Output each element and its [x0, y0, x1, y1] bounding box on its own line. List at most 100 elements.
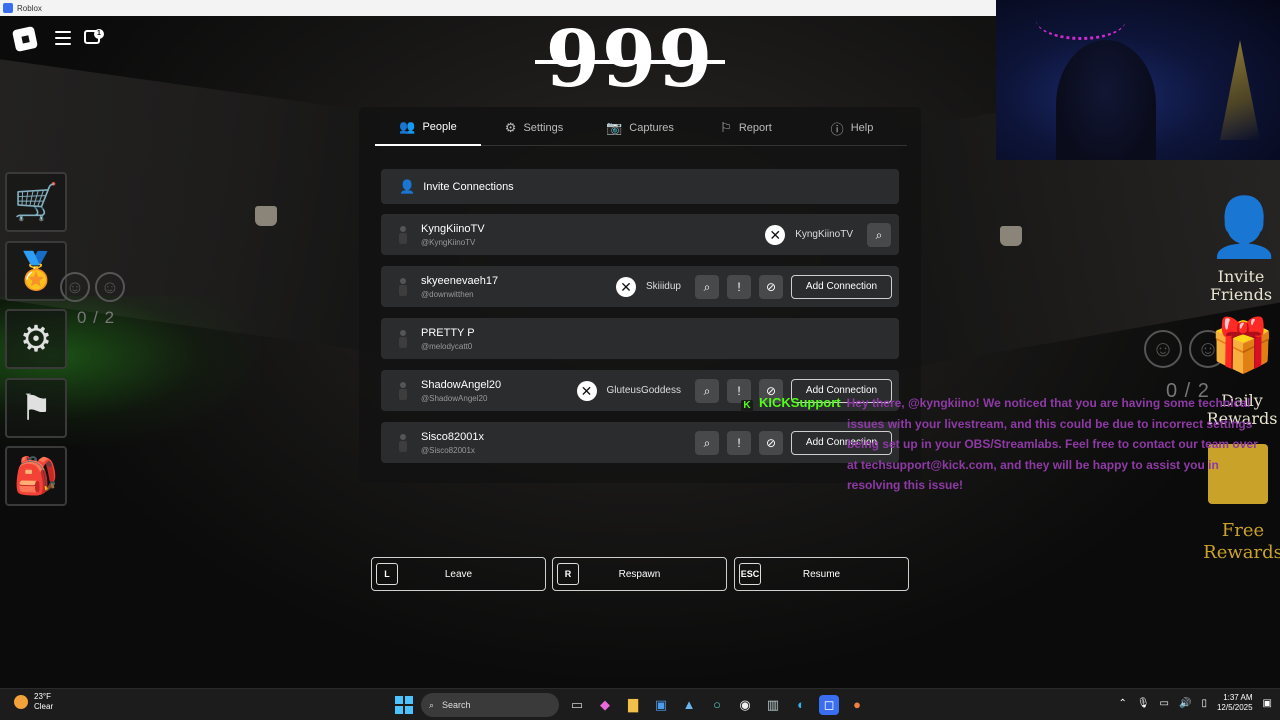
- help-icon: ⓘ: [830, 121, 844, 137]
- volume-icon[interactable]: 🔊: [1179, 698, 1191, 709]
- system-clock[interactable]: 1:37 AM 12/5/2025: [1217, 693, 1253, 713]
- add-user-icon: 👤: [399, 178, 416, 194]
- tab-people[interactable]: 👥 People: [375, 110, 481, 146]
- badges-button[interactable]: 🏅: [5, 241, 67, 301]
- brave-icon[interactable]: ●: [847, 695, 867, 715]
- windows-start-icon[interactable]: [395, 696, 413, 714]
- respawn-button[interactable]: R Respawn: [552, 557, 727, 591]
- player-username: @ShadowAngel20: [421, 393, 488, 403]
- tab-captures[interactable]: 📷 Captures: [587, 110, 693, 146]
- magnify-icon: ⌕: [703, 279, 711, 294]
- roblox-taskbar-icon[interactable]: ◻: [819, 695, 839, 715]
- player-gamertag: Skiiidup: [645, 281, 681, 292]
- player-username: @KyngKiinoTV: [421, 237, 476, 247]
- button-label: Respawn: [618, 568, 661, 580]
- resume-button[interactable]: ESC Resume: [734, 557, 909, 591]
- roblox-app-icon: [3, 3, 13, 13]
- flag-button[interactable]: ⚑: [5, 378, 67, 438]
- kick-logo-icon: K: [741, 400, 753, 412]
- player-display-name: ShadowAngel20: [421, 378, 502, 391]
- badge-icon: 🏅: [13, 250, 59, 291]
- tab-label: Report: [738, 122, 772, 134]
- leave-button[interactable]: L Leave: [371, 557, 546, 591]
- left-player-count: 0 / 2: [77, 308, 116, 327]
- player-username: @Sisco82001x: [421, 445, 475, 455]
- copilot-icon[interactable]: ◆: [595, 695, 615, 715]
- avatar: [393, 432, 413, 454]
- magnify-icon: ⌕: [703, 383, 711, 398]
- temperature: 23°F: [34, 692, 51, 701]
- webcam-overlay: [996, 0, 1280, 160]
- avatar: [393, 224, 413, 246]
- inspect-button[interactable]: ⌕: [695, 274, 719, 299]
- cart-icon: 🛒: [13, 181, 59, 222]
- flag-icon: ⚑: [19, 387, 53, 428]
- tab-label: Help: [850, 122, 874, 134]
- inspect-button[interactable]: ⌕: [695, 430, 719, 455]
- app-icon[interactable]: ○: [707, 695, 727, 715]
- player-row[interactable]: skyeenevaeh17 @downwitthen ✕ Skiiidup ⌕ …: [381, 266, 899, 307]
- xbox-icon: ✕: [615, 276, 636, 297]
- battery-icon[interactable]: ▯: [1201, 698, 1207, 709]
- tab-label: Settings: [523, 122, 564, 134]
- report-player-button[interactable]: !: [727, 274, 751, 299]
- task-view-icon[interactable]: ▭: [567, 695, 587, 715]
- tab-help[interactable]: ⓘ Help: [799, 110, 905, 146]
- settings-button[interactable]: ⚙: [5, 309, 67, 369]
- avatar: [393, 276, 413, 298]
- photos-icon[interactable]: ▲: [679, 695, 699, 715]
- store-icon[interactable]: ▣: [651, 695, 671, 715]
- shop-cart-button[interactable]: 🛒: [5, 172, 67, 232]
- xbox-icon: ✕: [765, 224, 786, 245]
- search-placeholder: Search: [442, 700, 471, 710]
- string-lights: [1036, 0, 1126, 40]
- weather-condition: Clear: [34, 702, 54, 711]
- time: 1:37 AM: [1223, 693, 1253, 702]
- file-explorer-icon[interactable]: ▇: [623, 695, 643, 715]
- weather-widget[interactable]: 23°F Clear: [14, 692, 53, 712]
- avatar: [393, 328, 413, 350]
- streamer-figure: [1056, 40, 1156, 160]
- chevron-up-icon[interactable]: ⌃: [1118, 698, 1126, 709]
- edge-icon[interactable]: ◐: [791, 695, 811, 715]
- player-row[interactable]: KyngKiinoTV @KyngKiinoTV ✕ KyngKiinoTV ⌕: [381, 214, 899, 255]
- date: 12/5/2025: [1216, 703, 1253, 712]
- backpack-button[interactable]: 🎒: [5, 446, 67, 506]
- block-button[interactable]: ⊘: [759, 274, 783, 299]
- microphone-icon[interactable]: 🎙: [1137, 698, 1150, 709]
- add-connection-button[interactable]: Add Connection: [791, 274, 892, 299]
- player-username: @melodycatt0: [421, 341, 473, 351]
- notification-icon[interactable]: ▣: [1263, 698, 1272, 709]
- invite-friends-icon[interactable]: 👤: [1208, 194, 1280, 262]
- chat-message-line: Hey there, @kyngkiino! We noticed that y…: [846, 396, 1251, 410]
- windows-taskbar: 23°F Clear ⌕ Search ▭ ◆ ▇ ▣ ▲ ○ ◉ ▥ ◐ ◻ …: [0, 688, 1280, 720]
- wall-lamp-left: [255, 206, 277, 226]
- button-label: Leave: [444, 568, 473, 580]
- invite-connections-button[interactable]: 👤 Invite Connections: [381, 169, 899, 204]
- tab-report[interactable]: ⚐ Report: [693, 110, 799, 146]
- taskbar-search[interactable]: ⌕ Search: [421, 693, 559, 717]
- invite-friends-label[interactable]: Invite Friends: [1201, 268, 1280, 304]
- player-row[interactable]: PRETTY P @melodycatt0: [381, 318, 899, 359]
- tab-settings[interactable]: ⚙ Settings: [481, 110, 587, 146]
- free-rewards-label[interactable]: Free Rewards: [1198, 520, 1280, 564]
- inspect-button[interactable]: ⌕: [867, 222, 891, 247]
- network-icon[interactable]: ▭: [1160, 698, 1169, 709]
- obs-icon[interactable]: ◉: [735, 695, 755, 715]
- player-display-name: Sisco82001x: [421, 430, 484, 443]
- people-icon: 👥: [399, 119, 416, 134]
- roblox-menu-logo-icon[interactable]: [11, 25, 39, 53]
- menu-tabs: 👥 People ⚙ Settings 📷 Captures ⚐ Report …: [375, 110, 907, 146]
- gear-icon: ⚙: [19, 318, 53, 359]
- player-slot-icon: ☺: [95, 272, 125, 302]
- gift-icon[interactable]: 🎁: [1210, 315, 1275, 376]
- keybind-hint: R: [557, 563, 579, 585]
- block-icon: ⊘: [765, 279, 777, 294]
- player-username: @downwitthen: [421, 289, 474, 299]
- inspect-button[interactable]: ⌕: [695, 378, 719, 403]
- chat-username: KICKSupport: [759, 395, 841, 410]
- player-display-name: skyeenevaeh17: [421, 274, 499, 287]
- hamburger-menu-icon[interactable]: [55, 31, 71, 45]
- app-icon[interactable]: ▥: [763, 695, 783, 715]
- chat-message-body: issues with your livestream, and this co…: [847, 416, 1258, 493]
